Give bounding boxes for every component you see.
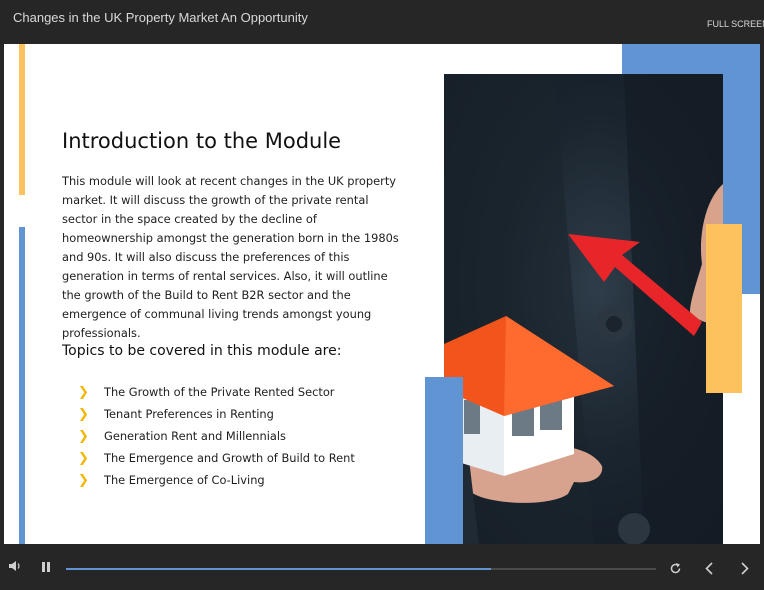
progress-bar[interactable]	[66, 568, 656, 570]
topic-list: ❯ The Growth of the Private Rented Secto…	[78, 381, 355, 491]
fullscreen-button[interactable]: FULL SCREEN	[707, 19, 764, 29]
list-item: ❯ The Growth of the Private Rented Secto…	[78, 381, 355, 403]
course-title: Changes in the UK Property Market An Opp…	[13, 10, 308, 25]
list-item: ❯ The Emergence of Co-Living	[78, 469, 355, 491]
progress-bar-fill	[66, 568, 491, 570]
chevron-right-icon: ❯	[78, 384, 89, 400]
topics-heading: Topics to be covered in this module are:	[62, 343, 342, 359]
pause-icon[interactable]	[41, 560, 51, 578]
next-icon[interactable]	[740, 562, 750, 580]
replay-icon[interactable]	[669, 562, 682, 580]
blue-accent-bar-bottom	[425, 377, 463, 544]
chevron-right-icon: ❯	[78, 472, 89, 488]
topic-label: Generation Rent and Millennials	[104, 429, 286, 443]
title-bar: Changes in the UK Property Market An Opp…	[0, 0, 764, 44]
property-photo	[444, 74, 723, 544]
previous-icon[interactable]	[704, 562, 714, 580]
blue-accent-bar-left	[19, 227, 25, 544]
chevron-right-icon: ❯	[78, 428, 89, 444]
hand-holding-house-illustration	[444, 74, 723, 544]
chevron-right-icon: ❯	[78, 406, 89, 422]
chevron-right-icon: ❯	[78, 450, 89, 466]
topic-label: Tenant Preferences in Renting	[104, 407, 274, 421]
volume-icon[interactable]	[8, 559, 22, 578]
topic-label: The Emergence of Co-Living	[104, 473, 265, 487]
yellow-accent-bar-left	[19, 44, 25, 195]
list-item: ❯ Tenant Preferences in Renting	[78, 403, 355, 425]
list-item: ❯ The Emergence and Growth of Build to R…	[78, 447, 355, 469]
module-heading: Introduction to the Module	[62, 129, 342, 153]
topic-label: The Emergence and Growth of Build to Ren…	[104, 451, 355, 465]
yellow-accent-bar-right	[706, 224, 742, 393]
slide: Introduction to the Module This module w…	[4, 44, 760, 544]
module-intro-paragraph: This module will look at recent changes …	[62, 174, 399, 340]
topic-label: The Growth of the Private Rented Sector	[104, 385, 335, 399]
list-item: ❯ Generation Rent and Millennials	[78, 425, 355, 447]
player-controls	[0, 544, 764, 590]
